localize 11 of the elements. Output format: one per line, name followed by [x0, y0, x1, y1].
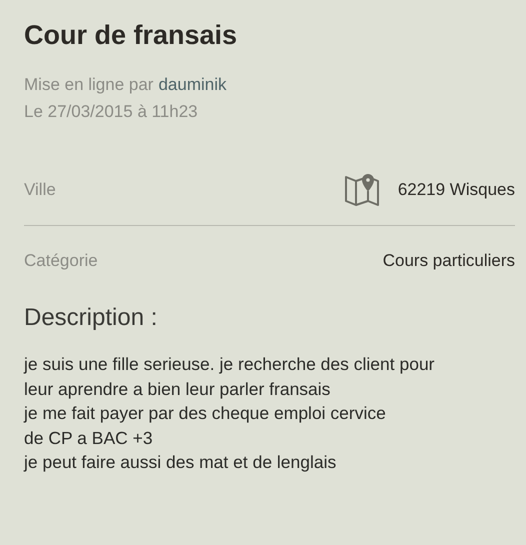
detail-label: Ville	[24, 180, 56, 200]
description-text: je suis une fille serieuse. je recherche des client pour leur aprendre a bien leur parler fransais je me fait payer par des cheque emploi cervice de CP a BAC +3 je peut faire aussi des mat et de lenglais	[24, 353, 436, 474]
description-heading: Description :	[24, 304, 158, 332]
author-link[interactable]: dauminik	[158, 75, 227, 94]
detail-label: Catégorie	[24, 251, 98, 271]
map-pin-icon	[344, 173, 380, 207]
detail-value: Cours particuliers	[382, 251, 515, 271]
ad-title: Cour de fransais	[24, 20, 238, 51]
detail-value: 62219 Wisques	[398, 180, 515, 200]
posted-date: Le 27/03/2015 à 11h23	[24, 101, 199, 123]
posted-by-label: Mise en ligne par	[24, 75, 154, 94]
